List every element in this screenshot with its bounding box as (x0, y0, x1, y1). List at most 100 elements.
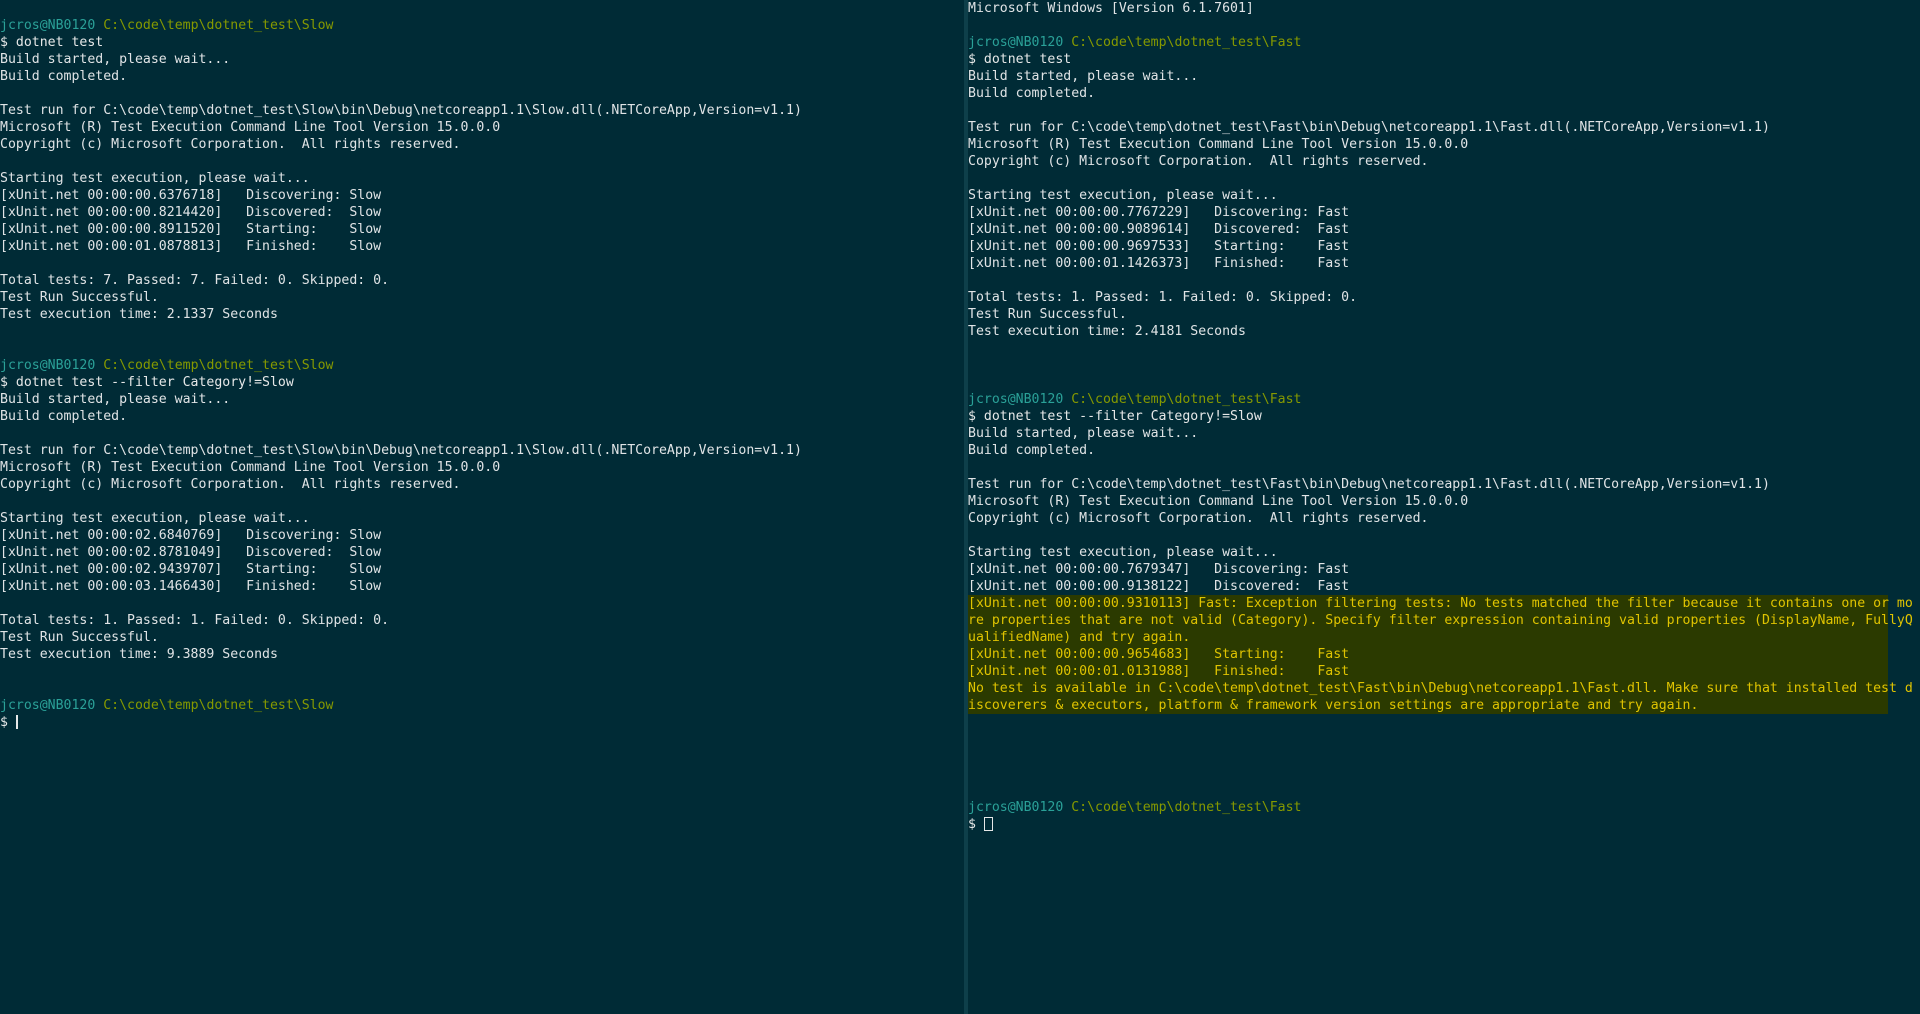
output-line: Test run for C:\code\temp\dotnet_test\Sl… (0, 103, 802, 118)
output-line: Copyright (c) Microsoft Corporation. All… (0, 477, 461, 492)
command-line: $ dotnet test (968, 52, 1072, 67)
right-terminal-pane[interactable]: Microsoft Windows [Version 6.1.7601] jcro… (968, 0, 1920, 1014)
command-line: $ dotnet test --filter Category!=Slow (968, 409, 1262, 424)
prompt-user: jcros@NB0120 (968, 35, 1064, 50)
left-terminal-pane[interactable]: jcros@NB0120 C:\code\temp\dotnet_test\Sl… (0, 0, 964, 1014)
prompt-path: C:\code\temp\dotnet_test\Slow (103, 358, 334, 373)
prompt-path: C:\code\temp\dotnet_test\Slow (103, 18, 334, 33)
output-line: Test execution time: 9.3889 Seconds (0, 647, 278, 662)
prompt-user: jcros@NB0120 (968, 800, 1064, 815)
output-line: Copyright (c) Microsoft Corporation. All… (968, 511, 1429, 526)
output-line: Test run for C:\code\temp\dotnet_test\Fa… (968, 477, 1770, 492)
warning-line: No test is available in C:\code\temp\dot… (968, 681, 1913, 696)
prompt-path: C:\code\temp\dotnet_test\Slow (103, 698, 334, 713)
output-line: [xUnit.net 00:00:00.9697533] Starting: F… (968, 239, 1350, 254)
output-line: Test Run Successful. (0, 630, 159, 645)
output-line: Test Run Successful. (968, 307, 1127, 322)
right-terminal-output: Microsoft Windows [Version 6.1.7601] jcro… (968, 0, 1920, 833)
output-line: [xUnit.net 00:00:00.7679347] Discovering… (968, 562, 1350, 577)
warning-block: [xUnit.net 00:00:00.9310113] Fast: Excep… (968, 595, 1913, 714)
prompt-line: jcros@NB0120 C:\code\temp\dotnet_test\Fa… (968, 799, 1920, 816)
output-line: [xUnit.net 00:00:00.8911520] Starting: S… (0, 222, 382, 237)
output-line: Build completed. (968, 443, 1096, 458)
warning-line: iscoverers & executors, platform & frame… (968, 698, 1699, 713)
output-line: Copyright (c) Microsoft Corporation. All… (968, 154, 1429, 169)
output-line: Build completed. (0, 409, 128, 424)
prompt-path: C:\code\temp\dotnet_test\Fast (1071, 392, 1302, 407)
left-terminal-output: jcros@NB0120 C:\code\temp\dotnet_test\Sl… (0, 0, 964, 731)
output-line: Copyright (c) Microsoft Corporation. All… (0, 137, 461, 152)
output-line: Test run for C:\code\temp\dotnet_test\Sl… (0, 443, 802, 458)
output-line: [xUnit.net 00:00:02.8781049] Discovered:… (0, 545, 382, 560)
output-line: [xUnit.net 00:00:00.8214420] Discovered:… (0, 205, 382, 220)
output-line: Build started, please wait... (968, 426, 1199, 441)
output-line: Test Run Successful. (0, 290, 159, 305)
prompt-line: jcros@NB0120 C:\code\temp\dotnet_test\Sl… (0, 17, 964, 34)
output-line: Build started, please wait... (968, 69, 1199, 84)
output-line: [xUnit.net 00:00:02.6840769] Discovering… (0, 528, 382, 543)
output-line: Microsoft (R) Test Execution Command Lin… (968, 494, 1469, 509)
prompt-user: jcros@NB0120 (968, 392, 1064, 407)
prompt-line: jcros@NB0120 C:\code\temp\dotnet_test\Sl… (0, 697, 964, 714)
prompt-line: jcros@NB0120 C:\code\temp\dotnet_test\Fa… (968, 391, 1920, 408)
output-line: [xUnit.net 00:00:00.9089614] Discovered:… (968, 222, 1350, 237)
output-line: Total tests: 7. Passed: 7. Failed: 0. Sk… (0, 273, 390, 288)
prompt-user: jcros@NB0120 (0, 358, 96, 373)
output-line: Build started, please wait... (0, 52, 231, 67)
final-prompt: $ (968, 817, 984, 832)
output-line: Test run for C:\code\temp\dotnet_test\Fa… (968, 120, 1770, 135)
output-line: Total tests: 1. Passed: 1. Failed: 0. Sk… (968, 290, 1358, 305)
prompt-user: jcros@NB0120 (0, 18, 96, 33)
output-line: [xUnit.net 00:00:03.1466430] Finished: S… (0, 579, 382, 594)
output-line: Build completed. (0, 69, 128, 84)
output-line: Starting test execution, please wait... (0, 511, 310, 526)
output-line: Build completed. (968, 86, 1096, 101)
output-line: Test execution time: 2.1337 Seconds (0, 307, 278, 322)
prompt-line: jcros@NB0120 C:\code\temp\dotnet_test\Sl… (0, 357, 964, 374)
output-line: Starting test execution, please wait... (968, 545, 1278, 560)
output-line: Starting test execution, please wait... (968, 188, 1278, 203)
output-line: Total tests: 1. Passed: 1. Failed: 0. Sk… (0, 613, 390, 628)
output-line: [xUnit.net 00:00:00.7767229] Discovering… (968, 205, 1350, 220)
warning-line: [xUnit.net 00:00:00.9310113] Fast: Excep… (968, 596, 1913, 611)
warning-line: ualifiedName) and try again. (968, 630, 1191, 645)
text-cursor[interactable] (983, 817, 993, 831)
output-line: [xUnit.net 00:00:01.0878813] Finished: S… (0, 239, 382, 254)
final-prompt-line: $ (968, 816, 1920, 833)
output-line: [xUnit.net 00:00:02.9439707] Starting: S… (0, 562, 382, 577)
output-line: Starting test execution, please wait... (0, 171, 310, 186)
final-prompt-line: $ (0, 714, 964, 731)
text-cursor[interactable] (15, 715, 18, 729)
output-line: [xUnit.net 00:00:01.1426373] Finished: F… (968, 256, 1350, 271)
final-prompt: $ (0, 715, 16, 730)
output-line: [xUnit.net 00:00:00.6376718] Discovering… (0, 188, 382, 203)
output-line: Microsoft (R) Test Execution Command Lin… (0, 120, 501, 135)
output-line: Build started, please wait... (0, 392, 231, 407)
warning-line: re properties that are not valid (Catego… (968, 613, 1913, 628)
output-line: Test execution time: 2.4181 Seconds (968, 324, 1246, 339)
prompt-user: jcros@NB0120 (0, 698, 96, 713)
prompt-path: C:\code\temp\dotnet_test\Fast (1071, 35, 1302, 50)
command-line: $ dotnet test (0, 35, 104, 50)
output-line: Microsoft (R) Test Execution Command Lin… (0, 460, 501, 475)
